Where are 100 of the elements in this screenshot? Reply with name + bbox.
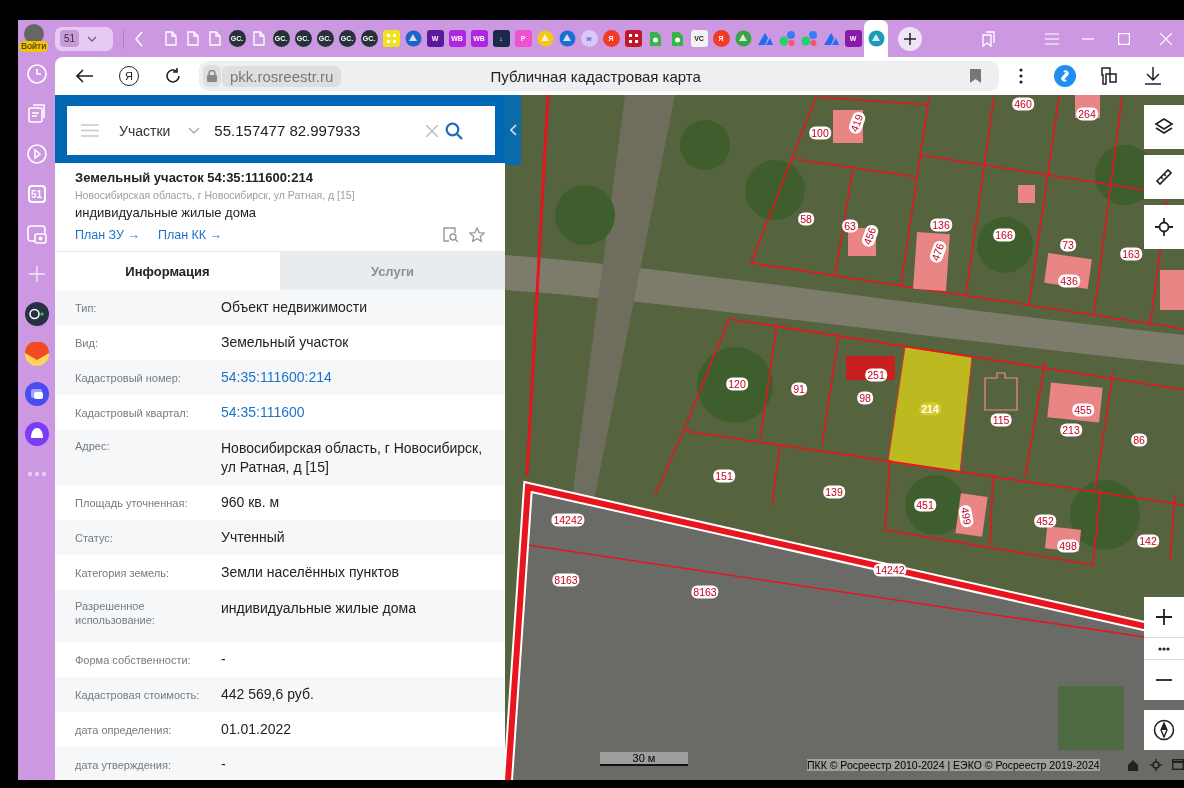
field-label: дата утверждения: bbox=[75, 757, 172, 772]
plan-link[interactable]: План КК → bbox=[157, 228, 223, 242]
parcel-label[interactable]: 166 bbox=[993, 228, 1015, 242]
selected-parcel[interactable] bbox=[887, 346, 973, 473]
chat-icon[interactable] bbox=[24, 382, 49, 406]
parcel-label[interactable]: 86 bbox=[1131, 433, 1147, 447]
address-bar[interactable]: pkk.rosreestr.ru Публичная кадастровая карта bbox=[199, 61, 999, 91]
category-dropdown[interactable]: Участки bbox=[99, 122, 201, 139]
parcel-label[interactable]: 163 bbox=[1120, 247, 1142, 261]
page-icon bbox=[187, 31, 199, 46]
parcel-label[interactable]: 460 bbox=[1012, 97, 1034, 111]
star-icon[interactable] bbox=[469, 227, 485, 243]
building bbox=[913, 231, 950, 292]
parcel-title: Земельный участок 54:35:111600:214 bbox=[75, 170, 314, 185]
parcel-label[interactable]: 264 bbox=[1076, 107, 1098, 121]
chevron-left-icon bbox=[509, 124, 517, 136]
page-icon bbox=[253, 31, 265, 46]
locate-icon[interactable] bbox=[1150, 759, 1162, 771]
new-tab-button[interactable] bbox=[898, 26, 922, 51]
field-value: Учтенный bbox=[221, 528, 286, 547]
search-field[interactable]: Участки 55.157477 82.997933 bbox=[67, 106, 495, 155]
building bbox=[1044, 253, 1092, 289]
login-badge[interactable]: Войти bbox=[19, 40, 49, 52]
browser-tab[interactable] bbox=[864, 20, 888, 57]
building bbox=[1160, 270, 1184, 310]
locate-button[interactable] bbox=[1144, 205, 1184, 249]
home-icon[interactable] bbox=[1127, 759, 1139, 771]
document-search-icon[interactable] bbox=[443, 227, 459, 243]
page-title: Публичная кадастровая карта bbox=[489, 67, 702, 85]
parcel-label[interactable]: 136 bbox=[930, 218, 952, 232]
scale-bar: 30 м bbox=[600, 752, 688, 766]
camera-icon[interactable] bbox=[25, 223, 48, 245]
panel-icon[interactable] bbox=[1172, 759, 1184, 771]
cadastral-link[interactable]: 54:35:111600:214 bbox=[221, 368, 485, 387]
parcel-purpose: индивидуальные жилые дома bbox=[75, 205, 258, 220]
field-label: Площадь уточненная: bbox=[75, 495, 189, 510]
more-icon[interactable] bbox=[26, 471, 47, 477]
chevron-left-icon[interactable] bbox=[134, 30, 144, 47]
chevron-down-icon bbox=[188, 127, 201, 134]
parcel-label[interactable]: 8163 bbox=[691, 585, 719, 599]
field-value: Объект недвижимости bbox=[221, 298, 369, 317]
parcel-label[interactable]: 452 bbox=[1034, 514, 1056, 528]
field-label: Тип: bbox=[75, 300, 98, 315]
parcel-label[interactable]: 498 bbox=[1057, 539, 1079, 553]
parcel-label[interactable]: 142 bbox=[1137, 534, 1159, 548]
attribution-text: ПКК © Росреестр 2010-2024 | ЕЭКО © Росреестр 2019-2024 bbox=[807, 759, 1100, 771]
collapse-panel-button[interactable] bbox=[505, 95, 521, 165]
url-text[interactable]: pkk.rosreestr.ru bbox=[222, 65, 342, 87]
building bbox=[1047, 382, 1103, 423]
field-value: - bbox=[221, 650, 227, 669]
building bbox=[846, 356, 895, 380]
lock-icon bbox=[207, 70, 217, 82]
plan-link[interactable]: План ЗУ → bbox=[75, 228, 140, 242]
parcel-label[interactable]: 455 bbox=[1072, 403, 1094, 417]
field-value: 01.01.2022 bbox=[221, 720, 293, 739]
parcel-label[interactable]: 8163 bbox=[552, 573, 580, 587]
field-value: индивидуальные жилые дома bbox=[221, 599, 417, 618]
parcel-label[interactable]: 91 bbox=[791, 382, 807, 396]
field-value: 960 кв. м bbox=[221, 493, 281, 512]
cards-icon[interactable] bbox=[25, 103, 48, 125]
field-label: дата определения: bbox=[75, 722, 173, 737]
parcel-label[interactable]: 14242 bbox=[873, 563, 907, 577]
play-icon[interactable] bbox=[25, 143, 48, 165]
cadastral-link[interactable]: 54:35:111600 bbox=[221, 403, 485, 422]
page-icon bbox=[165, 31, 177, 46]
parcel-label[interactable]: 98 bbox=[857, 391, 873, 405]
assistant-icon[interactable] bbox=[24, 422, 49, 446]
parcel-label[interactable]: 139 bbox=[823, 485, 845, 499]
parcel-label[interactable]: 14242 bbox=[551, 513, 585, 527]
parcel-label[interactable]: 436 bbox=[1058, 274, 1080, 288]
parcel-label[interactable]: 451 bbox=[914, 498, 936, 512]
yandex-button[interactable]: Я bbox=[107, 59, 151, 93]
more-icon bbox=[1158, 646, 1170, 651]
plus-icon bbox=[1156, 609, 1172, 625]
parcel-label[interactable]: 213 bbox=[1060, 423, 1082, 437]
parcel-label[interactable]: 151 bbox=[713, 469, 735, 483]
compass-button[interactable] bbox=[1144, 710, 1184, 750]
parcel-label[interactable]: 100 bbox=[809, 126, 831, 140]
app-icon[interactable] bbox=[24, 302, 49, 326]
bookmark-icon[interactable] bbox=[970, 69, 981, 83]
field-value: 442 569,6 руб. bbox=[221, 685, 315, 704]
field-label: Форма собственности: bbox=[75, 652, 192, 667]
ruler-button[interactable] bbox=[1144, 155, 1184, 199]
tree-canopy bbox=[977, 217, 1033, 273]
plus-icon[interactable] bbox=[27, 265, 46, 283]
field-label: Адрес: bbox=[75, 439, 111, 453]
plus-icon bbox=[904, 32, 916, 45]
field-label: Кадастровый номер: bbox=[75, 370, 182, 385]
field-value: Новосибирская область, г Новосибирск, ул Ратная, д [15] bbox=[221, 439, 484, 477]
clock-icon[interactable] bbox=[25, 63, 48, 85]
tab-group-button[interactable]: 51 bbox=[55, 26, 113, 51]
layers-button[interactable] bbox=[1144, 105, 1184, 149]
parcel-label[interactable]: 251 bbox=[865, 368, 887, 382]
field-value: Земли населённых пунктов bbox=[221, 563, 401, 582]
field-label: Категория земель: bbox=[75, 565, 171, 580]
parcel-label[interactable]: 120 bbox=[726, 377, 748, 391]
avatar-icon[interactable] bbox=[24, 23, 44, 44]
map[interactable]: 100 419 460 264 58 63 456 136 476 166 73 436 163 120 91 251 98 214 115 455 213 86 151 139 451 499 452 498 142 14242 14242 8163 8163 30 м ПКК © Росреестр 2010-2024 | ЕЭКО © Росреестр 2019-2024 bbox=[505, 95, 1184, 780]
envelope-icon[interactable] bbox=[24, 342, 49, 366]
menu-icon[interactable] bbox=[81, 124, 99, 137]
